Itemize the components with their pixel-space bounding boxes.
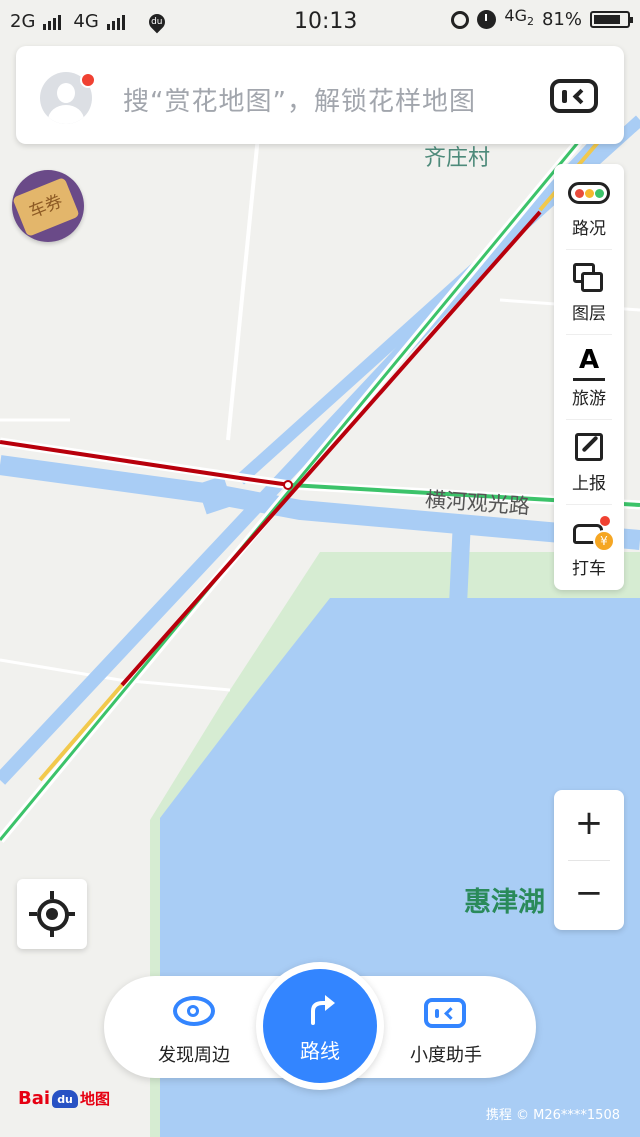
- route-button[interactable]: 路线: [256, 962, 384, 1090]
- voice-assistant-icon[interactable]: [550, 79, 598, 113]
- baidu-map-logo: Bai du 地图: [18, 1088, 110, 1109]
- zoom-in-button[interactable]: +: [554, 790, 624, 860]
- coupon-button[interactable]: 车券: [12, 170, 84, 242]
- du-label: du: [151, 16, 163, 27]
- sim1-label: 2G: [10, 11, 36, 32]
- taxi-button[interactable]: ¥ 打车: [554, 504, 624, 589]
- travel-icon: A: [573, 347, 605, 381]
- assistant-button[interactable]: 小度助手: [376, 976, 516, 1078]
- battery-percent: 81%: [541, 9, 582, 30]
- locate-tick: [50, 929, 54, 937]
- layers-icon: [573, 263, 605, 293]
- taxi-notification-dot: [600, 516, 610, 526]
- map-tool-panel: 路况 图层 A 旅游 上报 ¥ 打车: [554, 164, 624, 590]
- traffic-button[interactable]: 路况: [554, 164, 624, 249]
- report-label: 上报: [572, 474, 606, 494]
- travel-button[interactable]: A 旅游: [554, 334, 624, 419]
- route-button-inner: 路线: [263, 969, 377, 1083]
- locate-tick: [29, 912, 37, 916]
- copyright-text: 携程 © M26****1508: [485, 1108, 620, 1123]
- lake-label: 惠津湖: [464, 887, 545, 918]
- travel-label: 旅游: [572, 389, 606, 409]
- zoom-out-button[interactable]: −: [554, 860, 624, 930]
- avatar-head: [57, 83, 75, 103]
- layers-label: 图层: [572, 304, 606, 324]
- route-label: 路线: [300, 1039, 340, 1063]
- locate-tick: [50, 891, 54, 899]
- alarm-icon: [477, 10, 497, 29]
- signal-icon: [106, 14, 125, 30]
- sim2-label: 4G: [73, 11, 99, 32]
- search-bar[interactable]: 搜“赏花地图”，解锁花样地图: [16, 46, 624, 144]
- search-input[interactable]: 搜“赏花地图”，解锁花样地图: [123, 81, 476, 118]
- layers-button[interactable]: 图层: [554, 249, 624, 334]
- locate-dot: [46, 908, 58, 920]
- village-label: 齐庄村: [424, 146, 491, 171]
- network-sub: 2: [526, 15, 534, 29]
- route-arrow-icon: [311, 995, 335, 1025]
- network-type: 4G: [504, 6, 527, 26]
- logo-map: 地图: [80, 1090, 111, 1108]
- du-icon: du: [145, 10, 169, 33]
- locate-button[interactable]: [17, 879, 87, 949]
- network-label: 4G2: [504, 6, 534, 29]
- avatar-body: [48, 105, 84, 124]
- battery-fill: [594, 15, 620, 24]
- signal-icon: [43, 14, 62, 30]
- clock: 10:13: [294, 9, 358, 34]
- discover-label: 发现周边: [158, 1045, 230, 1066]
- status-bar: 2G 4G du 10:13 4G2 81%: [0, 0, 640, 44]
- discover-nearby-button[interactable]: 发现周边: [124, 976, 264, 1078]
- logo-bai: Bai: [18, 1088, 51, 1109]
- report-button[interactable]: 上报: [554, 419, 624, 504]
- traffic-light-icon: [568, 182, 610, 204]
- assistant-label: 小度助手: [410, 1045, 482, 1066]
- battery-icon: [590, 11, 633, 28]
- locate-tick: [67, 912, 75, 916]
- eye-icon: [173, 996, 215, 1026]
- traffic-label: 路况: [572, 219, 606, 239]
- taxi-label: 打车: [572, 559, 606, 579]
- wireless-icon: [451, 10, 470, 29]
- coupon-label: 车券: [12, 177, 80, 237]
- report-edit-icon: [575, 433, 603, 461]
- assistant-icon: [424, 998, 466, 1028]
- zoom-control: + −: [554, 790, 624, 930]
- logo-du: du: [52, 1089, 79, 1108]
- notification-dot: [80, 72, 96, 88]
